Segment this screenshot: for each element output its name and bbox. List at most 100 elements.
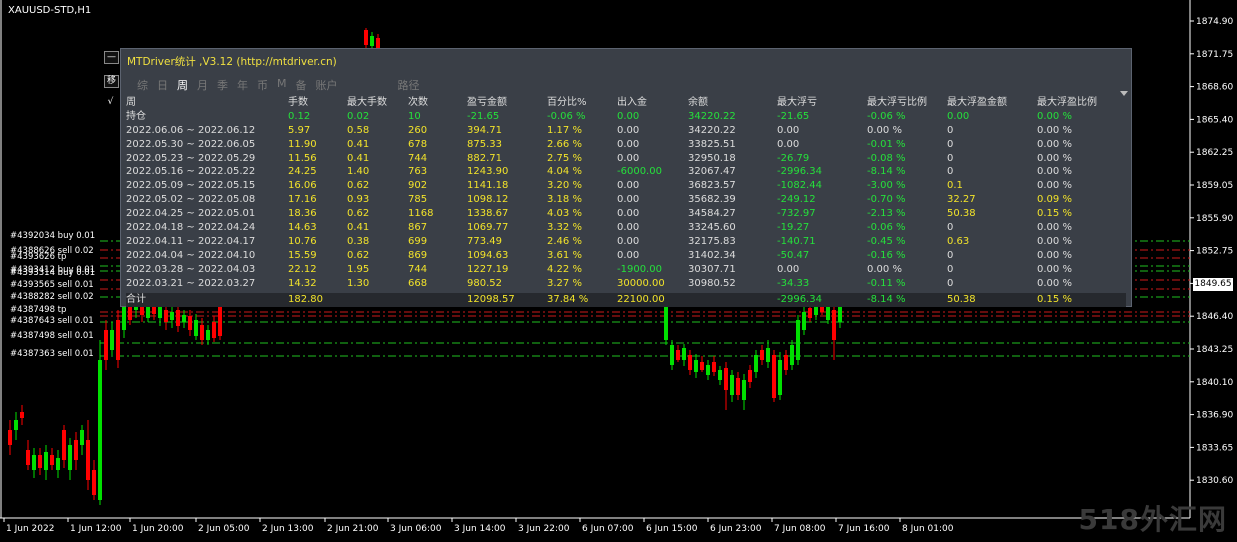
cell: 0.12 [288, 110, 311, 122]
candle-body [766, 348, 770, 362]
cell: -0.08 % [867, 152, 906, 164]
check-toggle[interactable]: √ [104, 97, 117, 108]
tab-0[interactable]: 综 [137, 77, 148, 93]
cell: 0.00 [617, 124, 640, 136]
cell: 18.36 [288, 208, 317, 220]
cell: 百分比% [547, 97, 587, 108]
tab-6[interactable]: 币 [257, 77, 268, 93]
cell: 1.95 [347, 263, 370, 275]
price-tick-label: 1852.75 [1196, 247, 1233, 257]
candle-body [194, 320, 198, 336]
candle-body [754, 355, 758, 372]
table-row: 2022.04.18 ~ 2022.04.24 14.63 0.41 867 1069.… [126, 221, 1126, 235]
cell: 744 [408, 263, 428, 275]
candle-body [802, 312, 806, 330]
tab-3[interactable]: 月 [197, 77, 208, 93]
price-tick-label: 1843.25 [1196, 345, 1233, 355]
cell: 余额 [688, 97, 708, 108]
cell: 0.00 [777, 263, 800, 275]
cell: 3.20 % [547, 180, 582, 192]
candle-body [718, 370, 722, 380]
tab-5[interactable]: 年 [237, 77, 248, 93]
tab-10[interactable]: 路径 [398, 77, 420, 93]
price-tick-label: 1859.05 [1196, 181, 1233, 191]
tab-2[interactable]: 周 [177, 77, 188, 93]
candle-body [688, 355, 692, 370]
cell: 33245.60 [688, 222, 736, 234]
order-label: #4393314 buy 0.01 [10, 268, 96, 278]
cell: 10.76 [288, 235, 317, 247]
cell: 32.27 [947, 194, 976, 206]
price-tick-label: 1855.90 [1196, 214, 1233, 224]
cell: 0 [947, 152, 954, 164]
cell: 2.46 % [547, 235, 582, 247]
table-row: 2022.04.25 ~ 2022.05.01 18.36 0.62 1168 1338… [126, 207, 1126, 221]
cell: 32067.47 [688, 166, 736, 178]
cell: 0.00 % [1037, 277, 1072, 289]
cell: 0.41 [347, 222, 370, 234]
cell: 0.00 % [1037, 138, 1072, 150]
cell: 2022.03.28 ~ 2022.04.03 [126, 263, 256, 275]
cell: -8.14 % [867, 294, 906, 306]
candle-body [14, 420, 18, 430]
cell: 50.38 [947, 208, 976, 220]
cell: 678 [408, 138, 428, 150]
tab-7[interactable]: M [277, 77, 287, 93]
cell: -732.97 [777, 208, 816, 220]
cell: 875.33 [467, 138, 502, 150]
candle-body [736, 378, 740, 395]
cell: 2022.05.09 ~ 2022.05.15 [126, 180, 256, 192]
cell: 0.00 [947, 110, 970, 122]
candle-body [182, 315, 186, 322]
tab-8[interactable]: 备 [296, 77, 307, 93]
cell: 14.32 [288, 277, 317, 289]
candle-body [110, 330, 114, 350]
candle-body [104, 330, 108, 360]
cell: 11.90 [288, 138, 317, 150]
move-button[interactable]: 移 [104, 75, 119, 88]
cell: 0 [947, 166, 954, 178]
cell: 0.00 % [1037, 180, 1072, 192]
period-tabs: 综日周月季年币 M 备账户 路径 [137, 77, 429, 93]
cell: 0.00 [617, 138, 640, 150]
order-label: #4388282 sell 0.02 [10, 292, 94, 302]
tab-4[interactable]: 季 [217, 77, 228, 93]
tab-9[interactable]: 账户 [316, 77, 338, 93]
cell: 36823.57 [688, 180, 736, 192]
cell: -1900.00 [617, 263, 662, 275]
cell: 0.00 [617, 222, 640, 234]
table-row: 2022.05.02 ~ 2022.05.08 17.16 0.93 785 1098.… [126, 193, 1126, 207]
table-row: 2022.03.28 ~ 2022.04.03 22.12 1.95 744 1227.… [126, 263, 1126, 277]
table-row: 2022.06.06 ~ 2022.06.12 5.97 0.58 260 394.71… [126, 124, 1126, 138]
cell: 0.00 % [867, 124, 902, 136]
cell: 869 [408, 249, 428, 261]
tab-1[interactable]: 日 [157, 77, 168, 93]
cell: 最大浮亏比例 [867, 97, 927, 108]
cell: 2022.04.18 ~ 2022.04.24 [126, 222, 256, 234]
cell: -0.16 % [867, 249, 906, 261]
cell: 0.00 [617, 110, 640, 122]
cell: 0.00 [617, 152, 640, 164]
cell: 次数 [408, 97, 428, 108]
cell: 2.66 % [547, 138, 582, 150]
stats-table: 周 手数 最大手数 次数 盈亏金额 百分比% 出入金 余额 最大浮亏 最大浮亏比例 最大浮盈金额 最大… [126, 96, 1126, 308]
symbol-label: XAUUSD-STD,H1 [8, 5, 92, 16]
cell: -21.65 [777, 110, 810, 122]
candle-body [712, 362, 716, 372]
cell: -6000.00 [617, 166, 662, 178]
candle-body [772, 355, 776, 398]
candle-body [784, 355, 788, 370]
cell: -140.71 [777, 235, 816, 247]
cell: -21.65 [467, 110, 500, 122]
price-tick-label: 1865.40 [1196, 115, 1233, 125]
time-tick-label: 8 Jun 01:00 [902, 524, 954, 534]
price-tick-label: 1833.65 [1196, 443, 1233, 453]
cell: 0.00 % [1037, 222, 1072, 234]
cell: 持仓 [126, 110, 146, 122]
minimize-button[interactable]: — [104, 51, 119, 64]
cell: 0.63 [947, 235, 970, 247]
cell: 32950.18 [688, 152, 736, 164]
cell: 0.00 [777, 124, 800, 136]
table-row: 2022.03.21 ~ 2022.03.27 14.32 1.30 668 980.5… [126, 277, 1126, 291]
cell: 0.09 % [1037, 194, 1072, 206]
